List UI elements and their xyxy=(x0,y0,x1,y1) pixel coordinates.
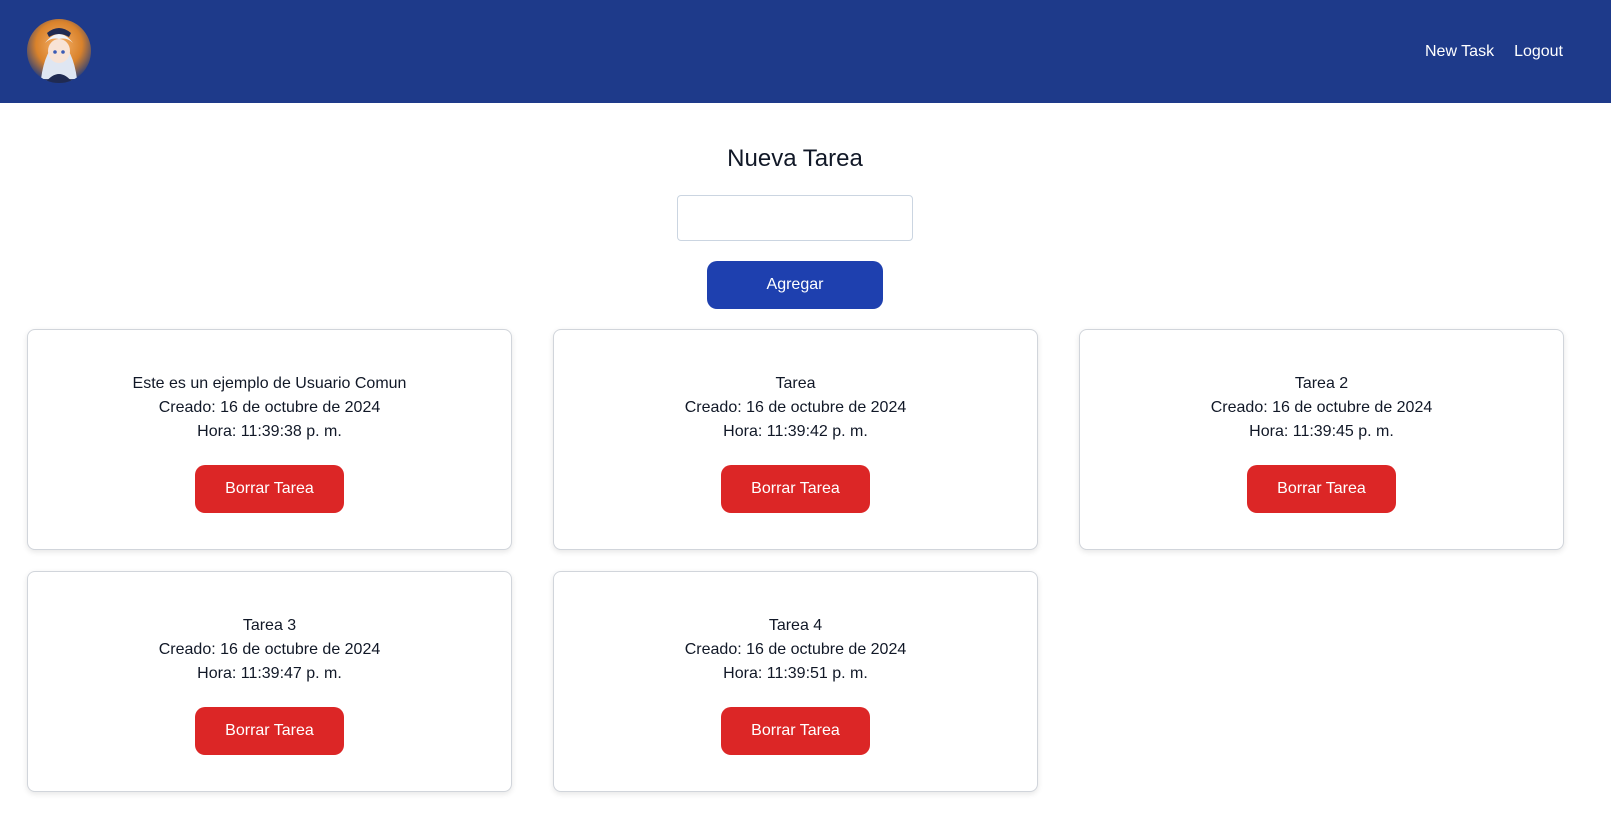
task-card: Tarea 2 Creado: 16 de octubre de 2024 Ho… xyxy=(1079,329,1564,550)
avatar[interactable] xyxy=(27,19,91,83)
delete-task-button[interactable]: Borrar Tarea xyxy=(195,707,344,755)
top-navbar: New Task Logout xyxy=(0,0,1611,103)
task-created-time: Hora: 11:39:38 p. m. xyxy=(197,423,342,440)
task-list: Este es un ejemplo de Usuario Comun Crea… xyxy=(27,329,1564,792)
delete-task-button[interactable]: Borrar Tarea xyxy=(721,465,870,513)
task-name: Tarea 3 xyxy=(242,617,297,634)
task-name: Tarea 4 xyxy=(768,617,823,634)
nav-links: New Task Logout xyxy=(1425,0,1563,103)
task-card: Tarea 4 Creado: 16 de octubre de 2024 Ho… xyxy=(553,571,1038,792)
task-card: Tarea 3 Creado: 16 de octubre de 2024 Ho… xyxy=(27,571,512,792)
task-name: Tarea 2 xyxy=(1294,375,1349,392)
avatar-image xyxy=(27,19,91,83)
delete-task-button[interactable]: Borrar Tarea xyxy=(195,465,344,513)
task-created-time: Hora: 11:39:42 p. m. xyxy=(723,423,868,440)
nav-new-task-link[interactable]: New Task xyxy=(1425,43,1494,61)
task-name: Tarea xyxy=(775,375,816,392)
nav-logout-link[interactable]: Logout xyxy=(1514,43,1563,61)
task-created-date: Creado: 16 de octubre de 2024 xyxy=(158,641,381,658)
delete-task-button[interactable]: Borrar Tarea xyxy=(721,707,870,755)
task-created-date: Creado: 16 de octubre de 2024 xyxy=(1210,399,1433,416)
delete-task-button[interactable]: Borrar Tarea xyxy=(1247,465,1396,513)
task-card: Este es un ejemplo de Usuario Comun Crea… xyxy=(27,329,512,550)
task-name-input[interactable] xyxy=(677,195,913,241)
task-card: Tarea Creado: 16 de octubre de 2024 Hora… xyxy=(553,329,1038,550)
task-created-date: Creado: 16 de octubre de 2024 xyxy=(684,641,907,658)
task-created-time: Hora: 11:39:47 p. m. xyxy=(197,665,342,682)
add-task-button[interactable]: Agregar xyxy=(707,261,883,309)
task-created-date: Creado: 16 de octubre de 2024 xyxy=(158,399,381,416)
task-created-date: Creado: 16 de octubre de 2024 xyxy=(684,399,907,416)
task-created-time: Hora: 11:39:45 p. m. xyxy=(1249,423,1394,440)
task-name: Este es un ejemplo de Usuario Comun xyxy=(132,375,407,392)
page-title: Nueva Tarea xyxy=(727,145,863,172)
task-created-time: Hora: 11:39:51 p. m. xyxy=(723,665,868,682)
